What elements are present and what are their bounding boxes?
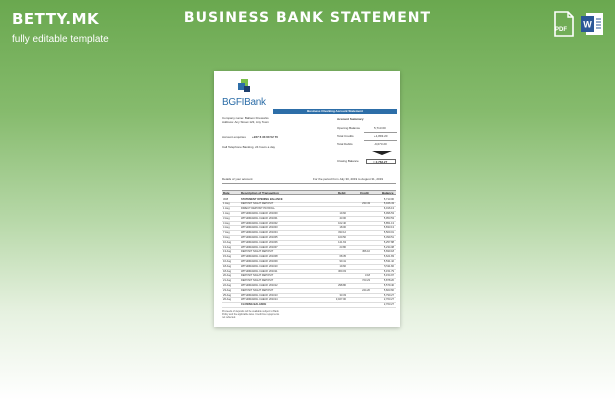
statement-title: Business Checking Account Statement (307, 109, 363, 113)
closing-balance-box: = 2,763.27 (366, 159, 396, 164)
footer-note: Proceeds of deposits will be available s… (222, 310, 280, 319)
summary-label: Total Debits (337, 142, 353, 146)
format-icons: PDF W (553, 11, 603, 37)
column-header: Description of Transaction (241, 191, 279, 195)
bank-name: BGFIBank (222, 97, 266, 108)
summary-label: Total Credits (337, 134, 354, 138)
word-file-icon[interactable]: W (580, 11, 603, 37)
closing-balance-label: Closing Balance (337, 159, 359, 163)
statement-title-bar: Business Checking Account Statement (273, 109, 397, 114)
statement-period: For the period from July 30, 2019 to Aug… (313, 177, 384, 181)
column-header: Debit (338, 191, 346, 195)
phone-number: +237 6 33 60 52 70 (252, 135, 278, 139)
summary-value: -9,073.20 (374, 142, 387, 146)
column-header: Date (223, 191, 230, 195)
brand-tagline: fully editable template (12, 34, 109, 45)
svg-text:W: W (583, 20, 592, 30)
closing-balance-value: = 2,763.27 (373, 159, 388, 164)
summary-arrow-icon (372, 151, 392, 155)
banner-title: BUSINESS BANK STATEMENT (183, 10, 432, 26)
summary-title: Account Summary (337, 117, 364, 121)
statement-document: BGFIBank Business Checking Account State… (214, 71, 400, 327)
details-label: Details of your account (222, 177, 253, 181)
bank-logo-icon (238, 79, 250, 92)
telephone-banking: Call Telephone Banking, 24 hours a day (222, 145, 275, 149)
summary-label: Opening Balance (337, 126, 361, 130)
enquiries-label: Account enquiries (222, 135, 246, 139)
pdf-label: PDF (555, 27, 567, 33)
summary-value: +1,893.20 (374, 134, 388, 138)
transactions-header: Date Description of Transaction Debit Cr… (222, 190, 396, 195)
summary-value: 5,713.00 (374, 126, 386, 130)
company-address: Address: Any Street 123, Any Town (222, 120, 269, 124)
details-divider (222, 183, 396, 184)
column-header: Balance (382, 191, 394, 195)
table-row: CLOSING BALANCE 2,763.27 (222, 303, 396, 308)
pdf-file-icon[interactable]: PDF (553, 11, 575, 37)
column-header: Credit (360, 191, 369, 195)
transactions-table: 30/8 STATEMENT OPENING BALANCE 5,713.00 1 A… (222, 197, 396, 308)
